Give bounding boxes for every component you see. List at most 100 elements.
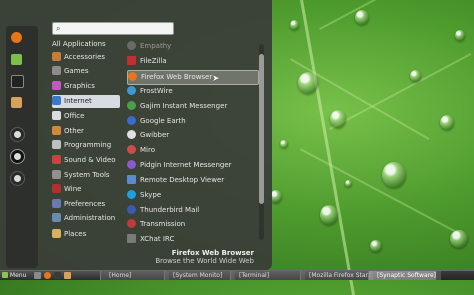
wine-icon bbox=[52, 184, 61, 193]
miro-icon bbox=[127, 145, 136, 154]
category-other[interactable]: Other bbox=[52, 125, 120, 138]
preferences-icon bbox=[52, 199, 61, 208]
category-wine[interactable]: Wine bbox=[52, 183, 120, 196]
app-label: Thunderbird Mail bbox=[140, 206, 200, 214]
taskbar-window-label: [Home] bbox=[109, 272, 132, 279]
app-label: Gwibber bbox=[140, 131, 170, 139]
remote-desktop-icon bbox=[127, 175, 136, 184]
terminal-icon[interactable] bbox=[11, 75, 24, 88]
app-label: Pidgin Internet Messenger bbox=[140, 161, 232, 169]
app-label: XChat IRC bbox=[140, 235, 175, 243]
office-icon bbox=[52, 111, 61, 120]
app-list-scrollbar[interactable] bbox=[259, 44, 264, 240]
taskbar-window-label: [Mozilla Firefox Start bbox=[309, 272, 371, 279]
app-miro[interactable]: Miro bbox=[127, 144, 257, 157]
google-earth-icon bbox=[127, 116, 136, 125]
skype-icon bbox=[127, 190, 136, 199]
pidgin-icon bbox=[127, 160, 136, 169]
taskbar-window-label: [Terminal] bbox=[239, 272, 270, 279]
app-skype[interactable]: Skype bbox=[127, 189, 257, 202]
other-icon bbox=[52, 126, 61, 135]
files-launcher-icon[interactable] bbox=[64, 272, 71, 279]
category-system-tools[interactable]: System Tools bbox=[52, 169, 120, 182]
category-label: Programming bbox=[64, 141, 112, 149]
accessories-icon bbox=[52, 52, 61, 61]
thunderbird-icon bbox=[127, 205, 136, 214]
app-xchat-irc[interactable]: XChat IRC bbox=[127, 233, 257, 246]
category-label: System Tools bbox=[64, 171, 110, 179]
app-gajim[interactable]: Gajim Instant Messenger bbox=[127, 100, 257, 113]
places-icon bbox=[52, 229, 61, 238]
app-empathy[interactable]: Empathy bbox=[127, 40, 257, 53]
category-office[interactable]: Office bbox=[52, 110, 120, 123]
category-places[interactable]: Places bbox=[52, 228, 120, 241]
app-label: Firefox Web Browser bbox=[141, 73, 213, 81]
app-gwibber[interactable]: Gwibber bbox=[127, 129, 257, 142]
category-games[interactable]: Games bbox=[52, 65, 120, 78]
filezilla-icon bbox=[127, 56, 136, 65]
app-google-earth[interactable]: Google Earth bbox=[127, 115, 257, 128]
firefox-icon[interactable] bbox=[11, 32, 22, 43]
category-label: Sound & Video bbox=[64, 156, 116, 164]
app-label: Google Earth bbox=[140, 117, 186, 125]
file-manager-icon[interactable] bbox=[11, 97, 22, 108]
app-label: FileZilla bbox=[140, 57, 167, 65]
mouse-pointer-icon: ➤ bbox=[212, 74, 220, 84]
scrollbar-thumb[interactable] bbox=[259, 54, 264, 204]
app-description-text: Browse the World Wide Web bbox=[155, 257, 254, 265]
category-label: Games bbox=[64, 67, 89, 75]
lock-screen-icon[interactable] bbox=[10, 127, 25, 142]
app-label: Skype bbox=[140, 191, 162, 199]
games-icon bbox=[52, 66, 61, 75]
app-frostwire[interactable]: FrostWire bbox=[127, 85, 257, 98]
category-label: Preferences bbox=[64, 200, 106, 208]
xchat-icon bbox=[127, 234, 136, 243]
category-programming[interactable]: Programming bbox=[52, 139, 120, 152]
app-label: FrostWire bbox=[140, 87, 173, 95]
category-label: Wine bbox=[64, 185, 82, 193]
gwibber-icon bbox=[127, 130, 136, 139]
category-label: Internet bbox=[64, 97, 92, 105]
category-preferences[interactable]: Preferences bbox=[52, 198, 120, 211]
search-input[interactable]: ⌕ bbox=[52, 22, 174, 35]
app-pidgin[interactable]: Pidgin Internet Messenger bbox=[127, 159, 257, 172]
app-firefox-web-browser[interactable]: Firefox Web Browser bbox=[127, 70, 259, 85]
firefox-launcher-icon[interactable] bbox=[44, 272, 51, 279]
programming-icon bbox=[52, 140, 61, 149]
app-label: Empathy bbox=[140, 42, 172, 50]
graphics-icon bbox=[52, 81, 61, 90]
category-all-applications[interactable]: All Applications bbox=[52, 38, 120, 51]
category-label: Graphics bbox=[64, 82, 95, 90]
empathy-icon bbox=[127, 41, 136, 50]
category-label: Office bbox=[64, 112, 85, 120]
logout-icon[interactable] bbox=[10, 149, 25, 164]
search-field[interactable] bbox=[65, 23, 169, 34]
system-tools-icon bbox=[52, 170, 61, 179]
category-label: Other bbox=[64, 127, 84, 135]
category-administration[interactable]: Administration bbox=[52, 212, 120, 225]
software-manager-icon[interactable] bbox=[11, 54, 22, 65]
app-label: Miro bbox=[140, 146, 155, 154]
search-icon: ⌕ bbox=[56, 24, 61, 33]
app-transmission[interactable]: Transmission bbox=[127, 218, 257, 231]
menu-logo-icon bbox=[2, 272, 8, 278]
transmission-icon bbox=[127, 219, 136, 228]
app-thunderbird[interactable]: Thunderbird Mail bbox=[127, 204, 257, 217]
category-label: All Applications bbox=[52, 40, 106, 48]
category-internet[interactable]: Internet bbox=[52, 95, 120, 108]
shutdown-icon[interactable] bbox=[10, 171, 25, 186]
terminal-launcher-icon[interactable] bbox=[54, 272, 61, 279]
administration-icon bbox=[52, 213, 61, 222]
app-remote-desktop-viewer[interactable]: Remote Desktop Viewer bbox=[127, 174, 257, 187]
category-accessories[interactable]: Accessories bbox=[52, 51, 120, 64]
app-filezilla[interactable]: FileZilla bbox=[127, 55, 257, 68]
menu-button-label: Menu bbox=[9, 272, 27, 279]
category-label: Administration bbox=[64, 214, 116, 222]
category-label: Places bbox=[64, 230, 87, 238]
category-sound-video[interactable]: Sound & Video bbox=[52, 154, 120, 167]
category-graphics[interactable]: Graphics bbox=[52, 80, 120, 93]
show-desktop-icon[interactable] bbox=[34, 272, 41, 279]
app-label: Transmission bbox=[140, 220, 186, 228]
frostwire-icon bbox=[127, 86, 136, 95]
sound-video-icon bbox=[52, 155, 61, 164]
